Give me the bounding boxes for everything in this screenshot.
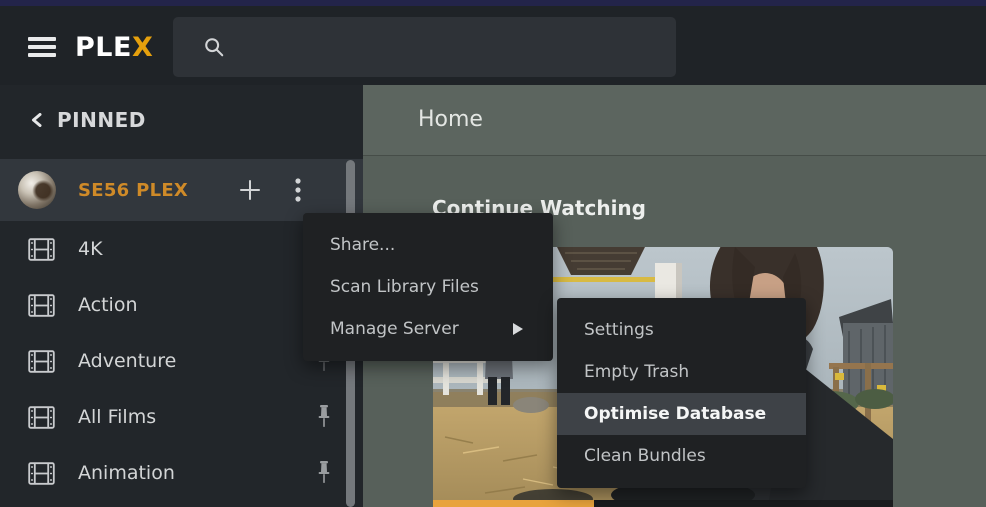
chevron-left-icon	[32, 113, 42, 127]
plus-icon	[240, 180, 260, 200]
film-icon	[28, 237, 55, 261]
film-icon	[28, 293, 55, 317]
hamburger-menu-icon[interactable]	[28, 33, 56, 59]
sidebar-item-animation[interactable]: Animation	[0, 445, 363, 501]
search-input[interactable]	[225, 37, 676, 57]
menu-item-scan-library-files[interactable]: Scan Library Files	[303, 266, 553, 308]
menu-item-label: Settings	[584, 320, 654, 340]
sidebar-back-pinned[interactable]: PINNED	[0, 85, 363, 155]
server-actions	[237, 177, 311, 203]
submenu-item-clean-bundles[interactable]: Clean Bundles	[557, 435, 806, 477]
menu-item-share[interactable]: Share...	[303, 224, 553, 266]
submenu-item-optimise-database[interactable]: Optimise Database	[557, 393, 806, 435]
server-avatar	[18, 171, 56, 209]
submenu-item-empty-trash[interactable]: Empty Trash	[557, 351, 806, 393]
watch-progress-track	[433, 500, 893, 507]
menu-item-label: Scan Library Files	[330, 277, 479, 297]
plex-logo-x: X	[131, 32, 154, 63]
sidebar-server-row[interactable]: SE56 PLEX	[0, 159, 363, 221]
search-icon	[205, 38, 224, 57]
pinned-label: PINNED	[57, 108, 146, 132]
library-label: Adventure	[78, 350, 177, 372]
plex-logo-text: PLE	[75, 32, 132, 63]
plex-app-window: PLEX Home Continue Watching PINNED SE56 …	[0, 0, 986, 507]
library-label: Animation	[78, 462, 175, 484]
server-name: SE56 PLEX	[78, 179, 189, 201]
search-bar[interactable]	[173, 17, 676, 77]
menu-item-label: Empty Trash	[584, 362, 690, 382]
page-title: Home	[418, 107, 483, 132]
film-icon	[28, 405, 55, 429]
pin-icon[interactable]	[317, 461, 331, 485]
film-icon	[28, 349, 55, 373]
submenu-arrow-icon	[513, 323, 523, 335]
manage-server-submenu: Settings Empty Trash Optimise Database C…	[557, 298, 806, 488]
plex-logo[interactable]: PLEX	[75, 32, 153, 63]
menu-item-label: Share...	[330, 235, 396, 255]
film-icon	[28, 461, 55, 485]
top-navigation-bar: PLEX	[0, 6, 986, 85]
menu-item-label: Clean Bundles	[584, 446, 706, 466]
pin-icon[interactable]	[317, 405, 331, 429]
add-library-button[interactable]	[237, 177, 263, 203]
submenu-item-settings[interactable]: Settings	[557, 309, 806, 351]
vertical-ellipsis-icon	[295, 178, 301, 202]
server-context-menu: Share... Scan Library Files Manage Serve…	[303, 213, 553, 361]
library-label: All Films	[78, 406, 157, 428]
menu-item-label: Manage Server	[330, 319, 459, 339]
server-more-button[interactable]	[285, 177, 311, 203]
menu-item-manage-server[interactable]: Manage Server	[303, 308, 553, 350]
progress-fill	[433, 500, 594, 507]
sidebar-item-all-films[interactable]: All Films	[0, 389, 363, 445]
menu-item-label: Optimise Database	[584, 404, 767, 424]
main-header: Home	[363, 85, 986, 156]
